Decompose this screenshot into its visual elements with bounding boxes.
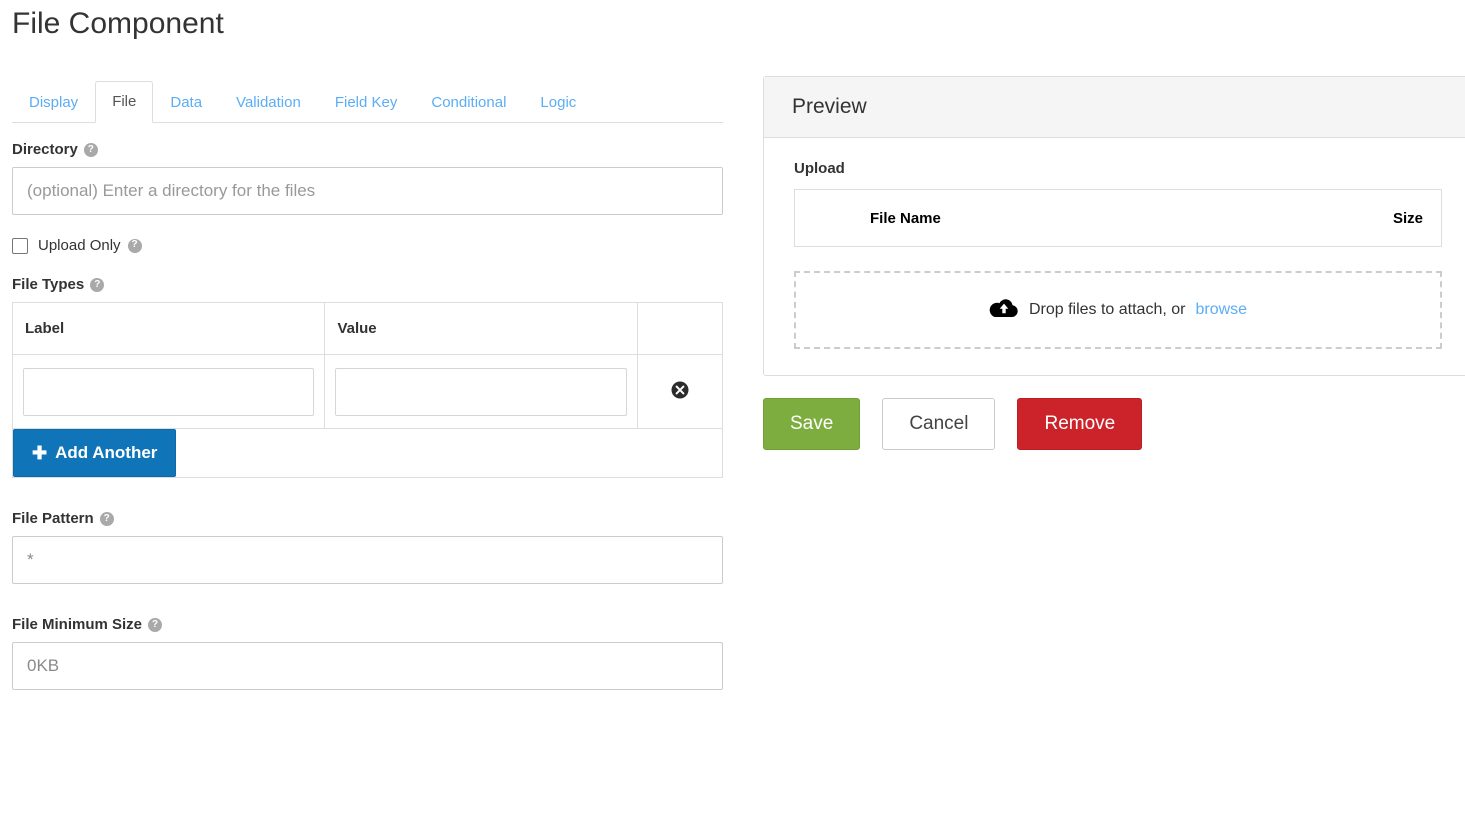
- browse-link[interactable]: browse: [1195, 301, 1247, 319]
- add-another-button[interactable]: ✚ Add Another: [13, 429, 177, 477]
- remove-button[interactable]: Remove: [1017, 398, 1143, 450]
- file-minimum-size-input[interactable]: [12, 642, 723, 690]
- settings-tabs: Display File Data Validation Field Key C…: [12, 81, 723, 123]
- save-button[interactable]: Save: [763, 398, 861, 450]
- table-header-row: Label Value: [11, 302, 724, 355]
- page-title: File Component: [12, 7, 224, 40]
- question-circle-icon[interactable]: ?: [99, 512, 114, 526]
- tab-conditional[interactable]: Conditional: [414, 82, 523, 123]
- preview-panel-header: Preview: [764, 77, 1465, 138]
- tab-file[interactable]: File: [95, 81, 154, 123]
- file-type-value-input[interactable]: [335, 367, 627, 416]
- preview-column: Preview Upload File Name Size Drop files…: [763, 76, 1465, 450]
- file-minimum-size-label-text: File Minimum Size: [12, 616, 143, 633]
- plus-icon: ✚: [32, 443, 48, 463]
- tab-validation[interactable]: Validation: [219, 82, 318, 123]
- cancel-button[interactable]: Cancel: [882, 398, 996, 450]
- tab-display[interactable]: Display: [12, 82, 95, 123]
- add-another-label: Add Another: [55, 443, 158, 462]
- file-pattern-label-text: File Pattern: [12, 510, 94, 527]
- file-dropzone[interactable]: Drop files to attach, or browse: [794, 271, 1442, 349]
- column-header-file-name: File Name: [870, 209, 941, 227]
- tab-logic[interactable]: Logic: [523, 82, 593, 123]
- preview-panel: Preview Upload File Name Size Drop files…: [763, 76, 1465, 376]
- file-type-label-input[interactable]: [23, 367, 315, 416]
- file-component-editor: File Component Display File Data Validat…: [0, 0, 1465, 833]
- directory-label-text: Directory: [12, 141, 78, 158]
- question-circle-icon[interactable]: ?: [127, 238, 142, 253]
- preview-panel-body: Upload File Name Size Drop files to atta…: [764, 138, 1465, 375]
- action-buttons: Save Cancel Remove: [763, 398, 1465, 450]
- upload-only-row[interactable]: Upload Only ?: [12, 237, 723, 254]
- directory-input[interactable]: [12, 167, 723, 215]
- column-header-size: Size: [1392, 209, 1423, 227]
- file-pattern-label: File Pattern ?: [12, 510, 723, 528]
- uploaded-files-table: File Name Size: [794, 189, 1442, 247]
- tab-field-key[interactable]: Field Key: [318, 82, 415, 123]
- cell-value: [324, 354, 638, 429]
- upload-field-label: Upload: [794, 160, 845, 177]
- cell-remove: [636, 354, 724, 429]
- file-pattern-input[interactable]: [12, 536, 723, 584]
- file-types-label-text: File Types: [12, 276, 85, 293]
- tab-data[interactable]: Data: [153, 82, 219, 123]
- file-types-label: File Types ?: [12, 276, 723, 294]
- file-types-table-body: ✚ Add Another: [11, 354, 724, 478]
- cell-add-another: ✚ Add Another: [12, 428, 723, 478]
- times-circle-icon[interactable]: [669, 379, 691, 401]
- file-minimum-size-label: File Minimum Size ?: [12, 616, 723, 634]
- upload-only-label-text: Upload Only: [38, 237, 121, 254]
- cell-label: [11, 354, 326, 429]
- cloud-upload-icon: [989, 296, 1019, 325]
- directory-label: Directory ?: [12, 141, 723, 159]
- file-settings-form: Directory ? Upload Only ? File Types ?: [11, 123, 724, 690]
- file-types-table-head: Label Value: [11, 302, 724, 355]
- column-header-value: Value: [324, 302, 638, 355]
- upload-only-label: Upload Only ?: [38, 237, 142, 254]
- table-row: [11, 354, 724, 429]
- question-circle-icon[interactable]: ?: [90, 278, 105, 292]
- file-types-table: Label Value ✚ Add Another: [11, 302, 724, 478]
- upload-only-checkbox[interactable]: [12, 237, 28, 254]
- question-circle-icon[interactable]: ?: [83, 143, 98, 157]
- column-header-label: Label: [11, 302, 326, 355]
- table-footer-row: ✚ Add Another: [12, 428, 723, 478]
- column-header-actions: [636, 302, 724, 355]
- settings-column: Display File Data Validation Field Key C…: [11, 81, 724, 690]
- dropzone-text: Drop files to attach, or: [1028, 301, 1186, 318]
- question-circle-icon[interactable]: ?: [148, 618, 163, 632]
